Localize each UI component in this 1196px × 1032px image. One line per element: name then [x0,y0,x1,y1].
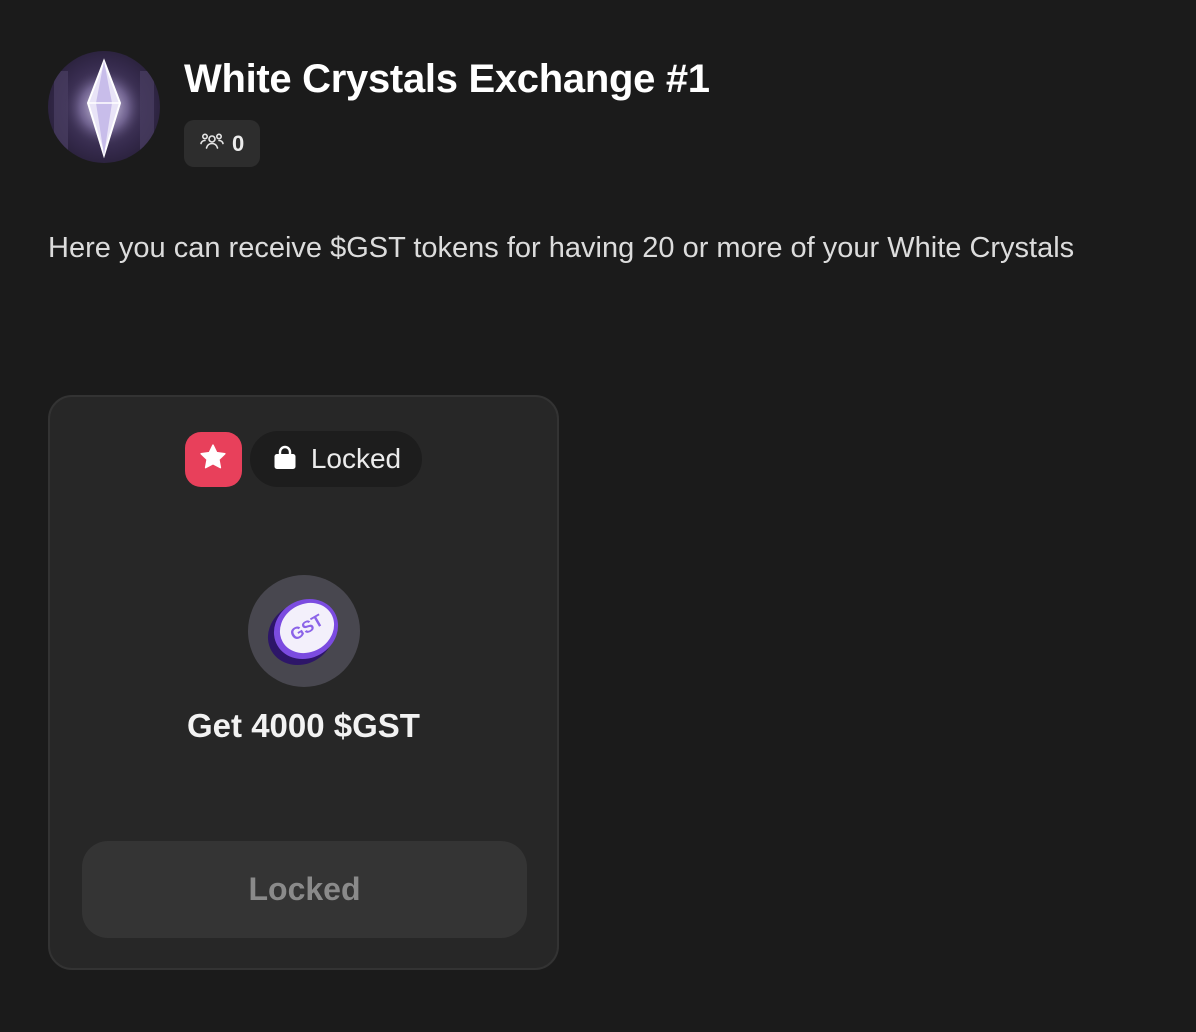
lock-icon [273,444,297,475]
reward-card: Locked GST Get 4000 $GST Locked [48,395,559,970]
quest-page: White Crystals Exchange #1 0 Here you ca… [0,0,1196,1032]
locked-button[interactable]: Locked [82,841,527,938]
star-icon [198,442,228,477]
reward-label: Get 4000 $GST [187,707,420,744]
gst-token-coin: GST [248,575,360,687]
quest-header: White Crystals Exchange #1 0 [48,51,710,167]
card-badges: Locked [50,431,557,487]
quest-avatar [48,51,160,163]
participants-count: 0 [232,130,245,156]
status-badge: Locked [249,431,423,487]
featured-badge [184,431,242,487]
quest-title: White Crystals Exchange #1 [184,57,710,101]
status-label: Locked [310,443,402,474]
header-text: White Crystals Exchange #1 0 [184,57,710,167]
users-icon [200,131,224,156]
participants-badge: 0 [184,120,261,167]
quest-description: Here you can receive $GST tokens for hav… [48,232,1075,264]
